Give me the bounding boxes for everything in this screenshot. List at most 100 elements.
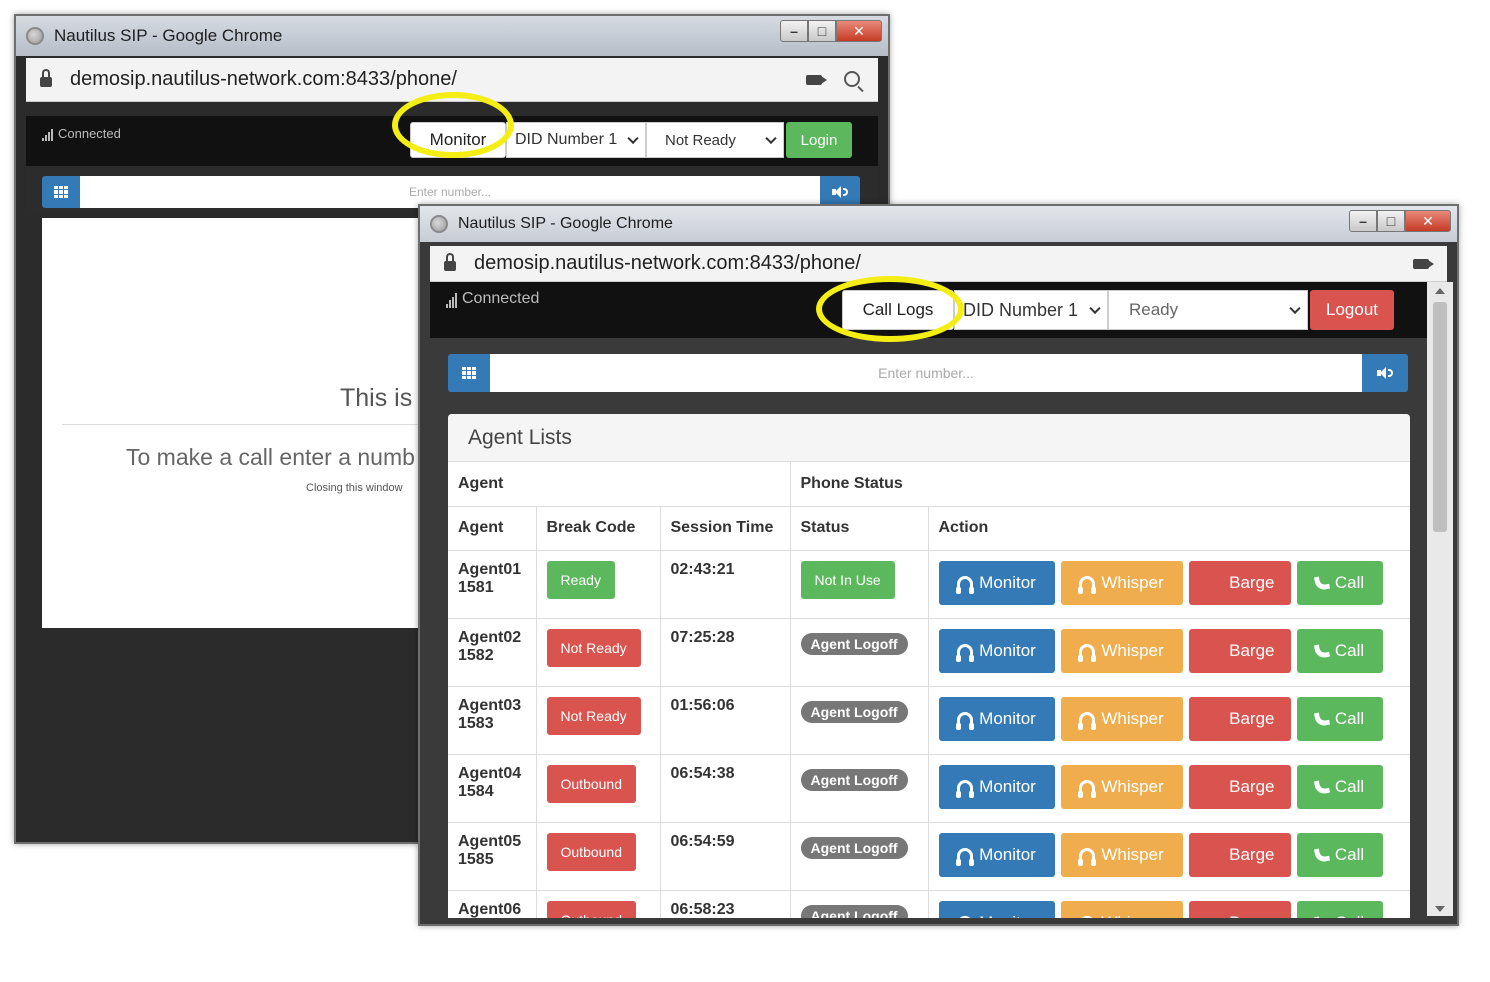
session-time-cell: 06:58:23: [660, 890, 791, 918]
table-row: Agent02 1582 Not Ready 07:25:28 Agent Lo…: [448, 618, 1410, 687]
title-bar[interactable]: Nautilus SIP - Google Chrome – □ ✕: [16, 16, 888, 56]
call-label: Call: [1334, 572, 1365, 592]
call-button[interactable]: Call: [1296, 696, 1383, 741]
minimize-icon[interactable]: –: [780, 20, 808, 42]
title-bar[interactable]: Nautilus SIP - Google Chrome – □ ✕: [420, 206, 1457, 242]
scroll-down-icon[interactable]: [1435, 906, 1445, 912]
call-label: Call: [1334, 708, 1365, 728]
agent-name: Agent01: [458, 560, 522, 578]
agent-name: Agent04: [458, 764, 522, 782]
call-button[interactable]: Call: [1296, 832, 1383, 877]
barge-button[interactable]: Barge: [1188, 696, 1291, 741]
agent-extension: 1582: [458, 646, 494, 664]
whisper-button[interactable]: Whisper: [1060, 832, 1183, 877]
table-row: Agent04 1584 Outbound 06:54:38 Agent Log…: [448, 754, 1410, 823]
connection-status: Connected: [446, 290, 539, 308]
monitor-button[interactable]: Monitor: [938, 900, 1055, 918]
barge-label: Barge: [1229, 572, 1275, 592]
whisper-label: Whisper: [1101, 776, 1164, 796]
close-icon[interactable]: ✕: [1405, 210, 1451, 232]
keypad-icon: [462, 367, 476, 379]
break-code-cell: Not Ready: [536, 686, 661, 755]
headset-icon: [956, 847, 975, 866]
agent-name: Agent02: [458, 628, 522, 646]
col-status: Status: [790, 506, 929, 551]
maximize-icon[interactable]: □: [1377, 210, 1405, 232]
action-cell: Monitor Whisper Barge Call: [928, 754, 1410, 823]
did-number-value: DID Number 1: [515, 131, 618, 148]
number-input[interactable]: Enter number...: [490, 354, 1362, 392]
agent-name: Agent06: [458, 900, 522, 918]
barge-button[interactable]: Barge: [1188, 764, 1291, 809]
col-action: Action: [928, 506, 1410, 551]
camera-icon[interactable]: [1413, 259, 1434, 269]
monitor-button[interactable]: Monitor: [938, 628, 1055, 673]
page-scrollbar[interactable]: [1427, 282, 1453, 916]
headset-icon: [1079, 915, 1096, 918]
monitor-button[interactable]: Monitor: [938, 832, 1055, 877]
maximize-icon[interactable]: □: [808, 20, 836, 42]
keypad-button[interactable]: [42, 176, 80, 208]
zoom-icon[interactable]: [844, 71, 860, 87]
login-button[interactable]: Login: [786, 122, 852, 158]
logout-button[interactable]: Logout: [1310, 290, 1394, 330]
break-code-badge: Ready: [546, 560, 615, 599]
keypad-icon: [54, 186, 68, 198]
close-icon[interactable]: ✕: [836, 20, 882, 42]
monitor-button[interactable]: Monitor: [938, 696, 1055, 741]
url-text: demosip.nautilus-network.com:8433/phone/: [70, 68, 457, 90]
action-cell: Monitor Whisper Barge Call: [928, 890, 1410, 918]
monitor-label: Monitor: [979, 776, 1036, 796]
monitor-button[interactable]: Monitor: [938, 764, 1055, 809]
call-button[interactable]: Call: [1296, 900, 1383, 918]
headset-icon: [1078, 779, 1097, 798]
agent-state-select[interactable]: Not Ready: [646, 122, 784, 158]
url-text: demosip.nautilus-network.com:8433/phone/: [474, 252, 861, 274]
headset-icon: [956, 779, 975, 798]
headset-icon: [1078, 711, 1097, 730]
barge-label: Barge: [1229, 913, 1274, 919]
agent-extension: 1585: [458, 850, 494, 868]
whisper-button[interactable]: Whisper: [1060, 560, 1183, 605]
highlight-ring-monitor: [392, 92, 514, 158]
call-button[interactable]: Call: [1296, 560, 1383, 605]
break-code-cell: Outbound: [536, 754, 661, 823]
window-title: Nautilus SIP - Google Chrome: [458, 215, 673, 232]
barge-button[interactable]: Barge: [1188, 628, 1291, 673]
speaker-button[interactable]: [1362, 354, 1408, 392]
session-time-cell: 02:43:21: [660, 550, 791, 619]
whisper-button[interactable]: Whisper: [1060, 696, 1183, 741]
chevron-down-icon: [627, 132, 639, 145]
signal-icon: [42, 129, 54, 141]
did-number-select[interactable]: DID Number 1: [506, 122, 646, 158]
welcome-instruction: To make a call enter a numb: [126, 444, 415, 470]
scroll-up-icon[interactable]: [1435, 288, 1445, 294]
headset-icon: [1078, 575, 1097, 594]
status-cell: Agent Logoff: [790, 618, 929, 687]
agent-state-select[interactable]: Ready: [1108, 290, 1308, 330]
agent-cell: Agent04 1584: [448, 754, 537, 823]
session-time-cell: 06:54:38: [660, 754, 791, 823]
agent-cell: Agent05 1585: [448, 822, 537, 891]
scroll-thumb[interactable]: [1433, 302, 1447, 532]
barge-button[interactable]: Barge: [1188, 560, 1291, 605]
whisper-button[interactable]: Whisper: [1060, 628, 1183, 673]
barge-button[interactable]: Barge: [1188, 900, 1291, 919]
whisper-button[interactable]: Whisper: [1060, 900, 1183, 918]
chevron-down-icon: [1089, 302, 1101, 315]
monitor-button[interactable]: Monitor: [938, 560, 1055, 605]
barge-button[interactable]: Barge: [1188, 832, 1291, 877]
whisper-button[interactable]: Whisper: [1060, 764, 1183, 809]
camera-icon[interactable]: [806, 75, 827, 85]
keypad-button[interactable]: [448, 354, 490, 392]
did-number-select[interactable]: DID Number 1: [954, 290, 1108, 330]
minimize-icon[interactable]: –: [1349, 210, 1377, 232]
break-code-cell: Ready: [536, 550, 661, 619]
monitor-label: Monitor: [979, 640, 1036, 660]
call-button[interactable]: Call: [1296, 628, 1383, 673]
call-button[interactable]: Call: [1296, 764, 1383, 809]
agent-extension: 1583: [458, 714, 494, 732]
headset-icon: [1078, 847, 1097, 866]
address-bar[interactable]: demosip.nautilus-network.com:8433/phone/: [430, 246, 1447, 282]
barge-label: Barge: [1229, 776, 1275, 796]
